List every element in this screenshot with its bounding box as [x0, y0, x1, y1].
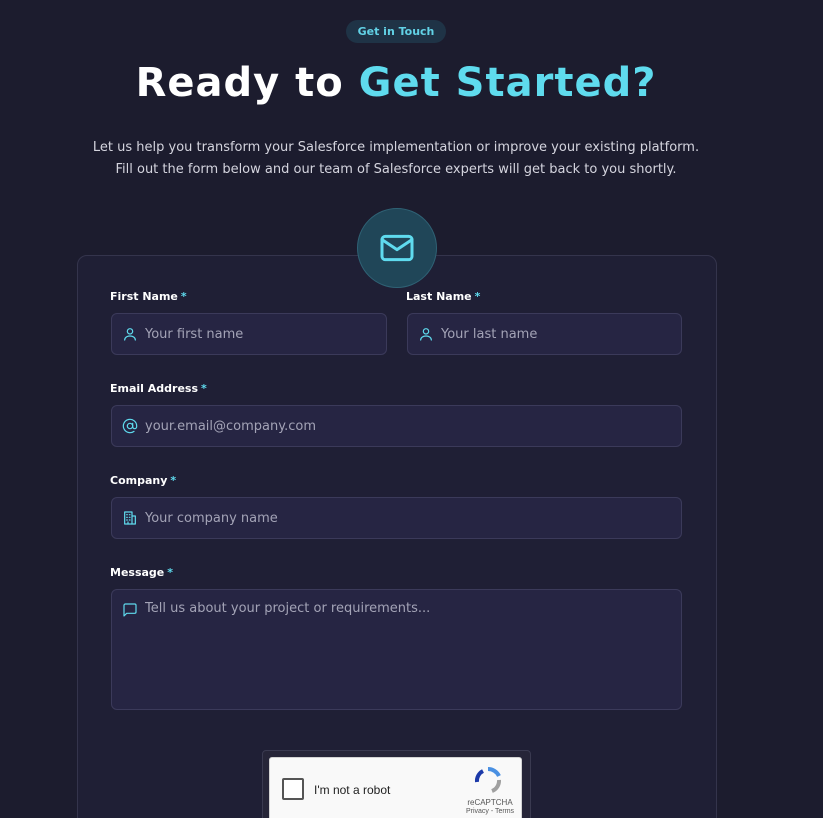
recaptcha-logo-icon	[474, 766, 501, 793]
email-label: Email Address *	[110, 382, 207, 395]
building-icon	[124, 511, 136, 525]
last-name-label: Last Name *	[406, 290, 481, 303]
first-name-field	[111, 313, 387, 355]
email-field	[111, 405, 682, 447]
recaptcha-terms-link[interactable]: Privacy - Terms	[460, 808, 520, 815]
last-name-field	[407, 313, 682, 355]
recaptcha-brand: reCAPTCHA	[467, 798, 513, 807]
company-field	[111, 497, 682, 539]
chat-icon	[123, 603, 137, 617]
company-label: Company *	[110, 474, 177, 487]
message-input[interactable]	[145, 590, 681, 709]
recaptcha-widget: I'm not a robot reCAPTCHA Privacy - Term…	[269, 757, 522, 818]
intro-text: Let us help you transform your Salesforc…	[92, 140, 700, 177]
email-input[interactable]	[145, 406, 681, 446]
contact-page: Get in Touch Ready to Get Started? Let u…	[0, 0, 823, 818]
at-icon	[122, 418, 138, 434]
get-in-touch-badge: Get in Touch	[346, 20, 446, 43]
recaptcha-checkbox[interactable]	[282, 778, 304, 800]
page-title: Ready to Get Started?	[0, 60, 792, 106]
first-name-input[interactable]	[145, 314, 386, 354]
last-name-input[interactable]	[441, 314, 681, 354]
company-input[interactable]	[145, 498, 681, 538]
user-icon	[420, 328, 432, 341]
user-icon	[124, 328, 136, 341]
first-name-label: First Name *	[110, 290, 187, 303]
recaptcha-label: I'm not a robot	[314, 783, 391, 797]
mail-icon	[357, 208, 437, 288]
message-field	[111, 589, 682, 710]
title-accent: Get Started?	[358, 60, 657, 106]
message-label: Message *	[110, 566, 174, 579]
title-main: Ready to	[135, 60, 359, 106]
